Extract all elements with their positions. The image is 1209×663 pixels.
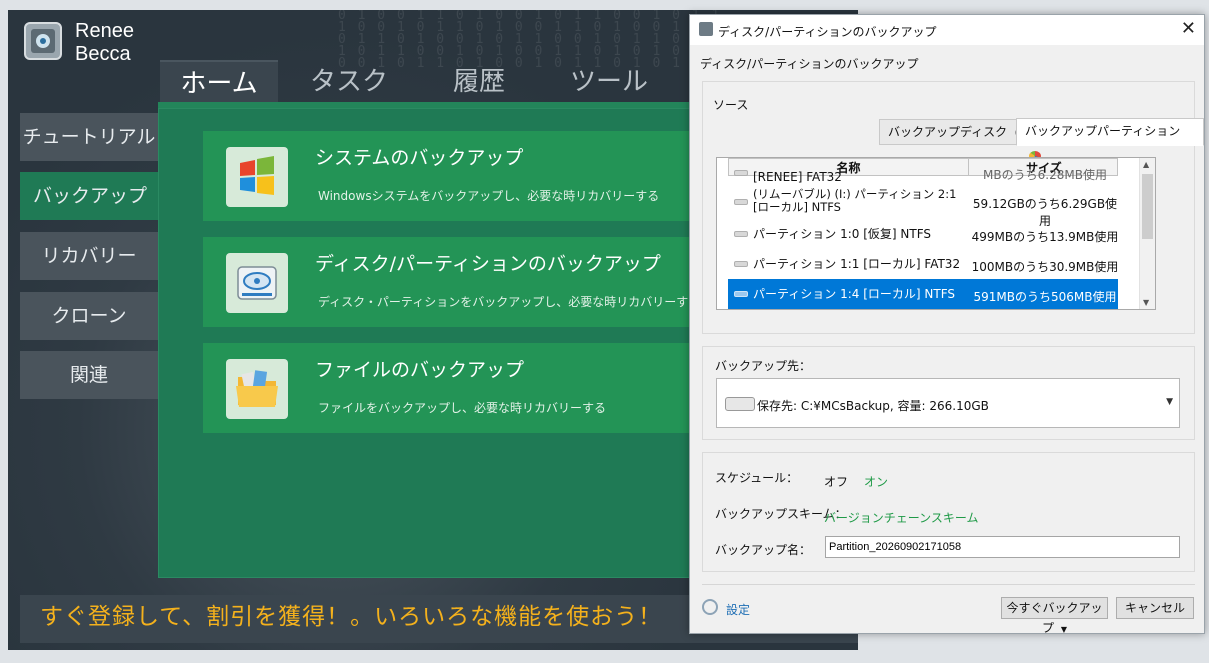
source-label: ソース [713,98,749,112]
chevron-down-icon[interactable]: ▼ [1061,625,1067,634]
backup-dialog: ディスク/パーティションのバックアップ ✕ ディスク/パーティションのバックアッ… [689,14,1205,635]
partition-list[interactable]: 名称 サイズ [RENEE] FAT32 MBのうち6.28MB使用 (リムーバ… [716,157,1156,310]
backup-now-label: 今すぐバックアップ [1006,601,1103,635]
schedule-label: スケジュール： [715,471,799,485]
schedule-on-option[interactable]: オン [864,473,888,490]
sidebar-item-clone[interactable]: クローン [20,292,158,340]
card-title: ディスク/パーティションのバックアップ [315,253,661,275]
windows-logo-icon [226,147,288,207]
card-description: ディスク・パーティションをバックアップし、必要な時リカバリーする [318,295,701,309]
destination-label: バックアップ先： [715,359,812,373]
destination-value: 保存先: C:¥MCsBackup, 容量: 266.10GB [757,399,989,413]
tab-label: バックアップディスク [888,125,1008,139]
partition-icon [734,199,748,205]
row-size: 591MBのうち506MB使用 [973,290,1117,304]
row-name: (リムーバブル) (I:) パーティション 2:1 [ローカル] NTFS [753,187,957,214]
sidebar-item-recovery[interactable]: リカバリー [20,232,158,280]
dialog-subtitle: ディスク/パーティションのバックアップ [700,57,919,71]
row-name: [RENEE] FAT32 [753,170,842,184]
close-icon[interactable]: ✕ [1181,18,1196,39]
list-item-selected[interactable]: パーティション 1:4 [ローカル] NTFS 591MBのうち506MB使用 [728,279,1118,309]
card-description: ファイルをバックアップし、必要な時リカバリーする [318,401,607,415]
settings-link[interactable]: 設定 [726,601,750,618]
card-description: Windowsシステムをバックアップし、必要な時リカバリーする [318,189,660,203]
row-name: パーティション 1:1 [ローカル] FAT32 [753,257,961,271]
list-item[interactable]: パーティション 1:0 [仮复] NTFS 499MBのうち13.9MB使用 [728,219,1118,249]
gear-icon[interactable] [702,599,718,615]
row-size: MBのうち6.28MB使用 [983,168,1107,182]
tab-backup-partition[interactable]: バックアップパーティション [1016,118,1204,161]
schedule-off-option[interactable]: オフ [824,473,848,490]
row-size: 100MBのうち30.9MB使用 [971,260,1119,274]
backup-name-label: バックアップ名： [715,543,812,557]
file-backup-card[interactable]: ファイルのバックアップ ファイルをバックアップし、必要な時リカバリーする [203,343,703,433]
cancel-button[interactable]: キャンセル [1116,597,1194,619]
card-title: システムのバックアップ [315,147,524,169]
backup-now-button[interactable]: 今すぐバックアップ ▼ [1001,597,1108,635]
destination-select[interactable]: 保存先: C:¥MCsBackup, 容量: 266.10GB ▼ [716,378,1180,428]
partition-icon [734,170,748,176]
scheme-link[interactable]: バージョンチェーンスキーム [824,509,979,526]
drive-icon [725,397,755,411]
row-name: パーティション 1:0 [仮复] NTFS [753,227,932,241]
dialog-app-icon [699,22,713,36]
tab-backup-disk[interactable]: バックアップディスク [879,119,1036,145]
scroll-down-icon[interactable]: ▼ [1143,298,1149,307]
tab-history[interactable]: 履歴 [420,60,538,104]
row-size: 499MBのうち13.9MB使用 [971,230,1119,244]
list-item[interactable]: [RENEE] FAT32 MBのうち6.28MB使用 [728,168,1118,184]
tab-tasks[interactable]: タスク [290,60,408,104]
hard-disk-icon [226,253,288,313]
logo-text-line1: Renee [75,20,134,42]
tab-label: バックアップパーティション [1025,124,1181,138]
sidebar-item-tutorial[interactable]: チュートリアル [20,113,158,161]
logo-text-line2: Becca [75,43,131,65]
system-backup-card[interactable]: システムのバックアップ Windowsシステムをバックアップし、必要な時リカバリ… [203,131,703,221]
scroll-up-icon[interactable]: ▲ [1143,160,1149,169]
scrollbar-thumb[interactable] [1142,174,1153,239]
partition-icon [734,261,748,267]
partition-icon [734,231,748,237]
app-name: Renee Becca [75,20,134,66]
partition-icon [734,291,748,297]
card-title: ファイルのバックアップ [315,359,525,381]
disk-partition-backup-card[interactable]: ディスク/パーティションのバックアップ ディスク・パーティションをバックアップし… [203,237,703,327]
tab-tools[interactable]: ツール [550,60,668,104]
app-logo-icon [22,20,68,62]
list-item[interactable]: パーティション 1:1 [ローカル] FAT32 100MBのうち30.9MB使… [728,249,1118,279]
backup-name-input[interactable] [825,536,1180,558]
folder-icon [226,359,288,419]
list-item[interactable]: (リムーバブル) (I:) パーティション 2:1 [ローカル] NTFS 59… [728,186,1118,228]
dialog-title: ディスク/パーティションのバックアップ [718,25,937,39]
chevron-down-icon[interactable]: ▼ [1166,397,1173,407]
list-scrollbar[interactable]: ▲ ▼ [1139,158,1155,309]
dialog-titlebar: ディスク/パーティションのバックアップ ✕ [690,15,1204,45]
sidebar-item-related[interactable]: 関連 [20,351,158,399]
row-name: パーティション 1:4 [ローカル] NTFS [753,287,956,301]
footer-divider [702,584,1195,585]
tab-home[interactable]: ホーム [160,60,278,104]
sidebar-item-backup[interactable]: バックアップ [20,172,160,220]
